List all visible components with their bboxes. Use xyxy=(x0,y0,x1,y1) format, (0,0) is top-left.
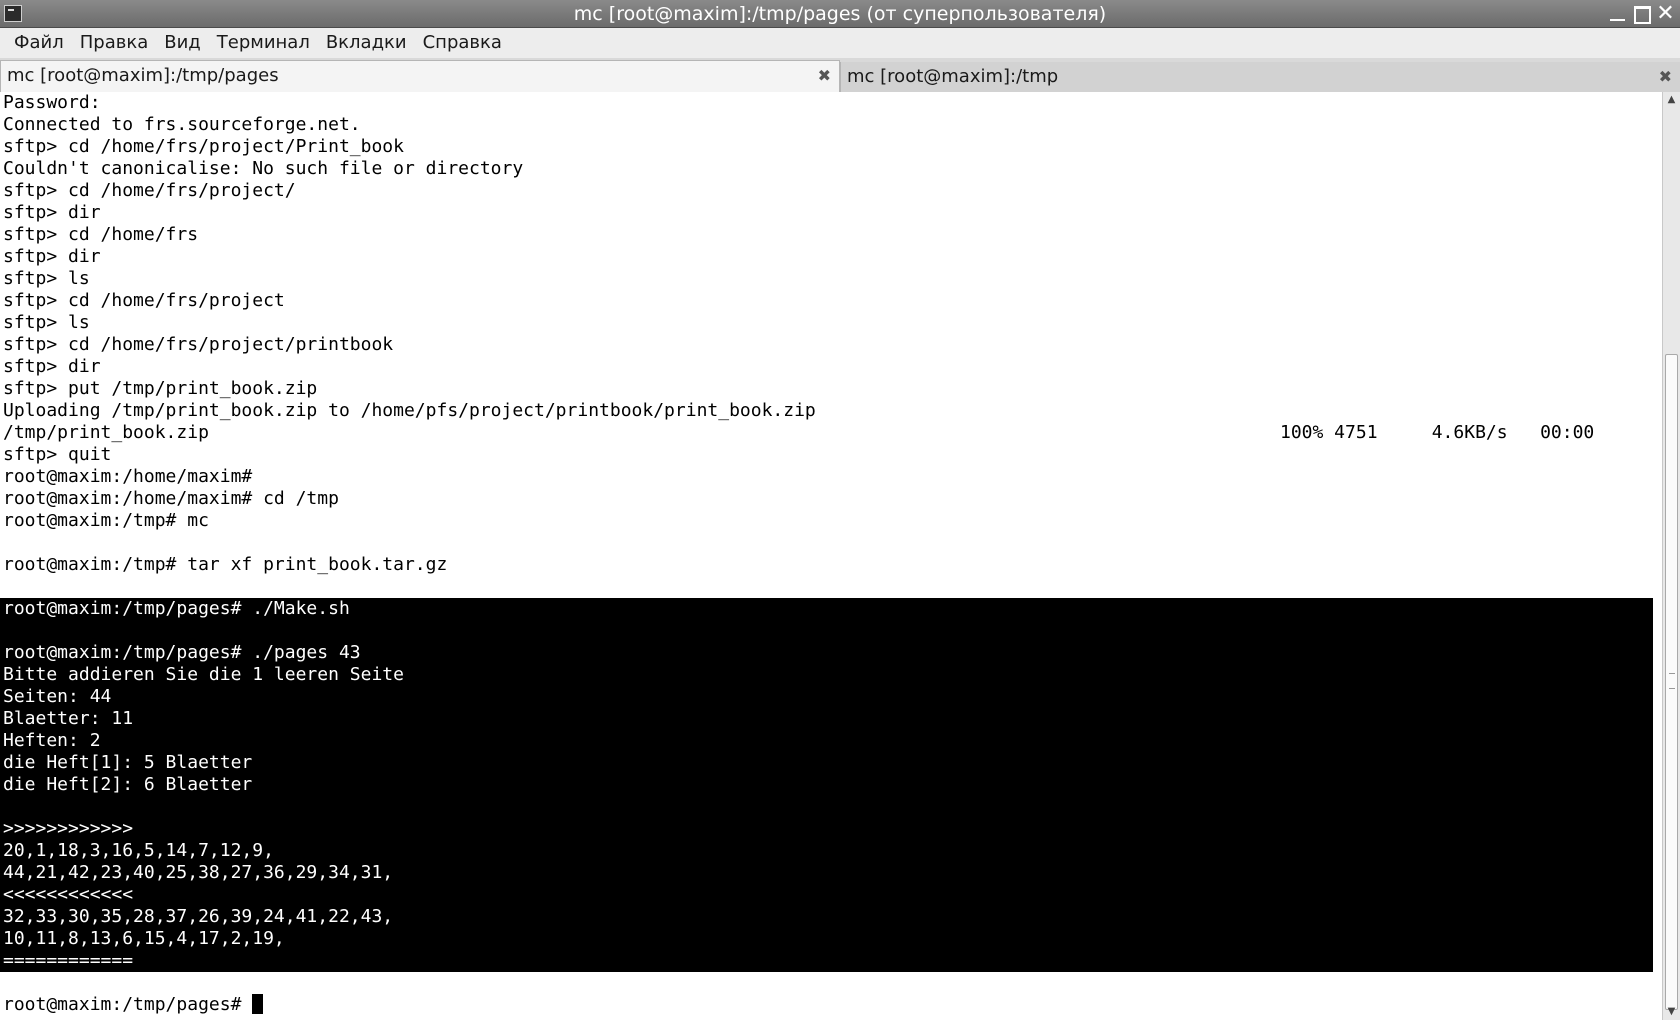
terminal-line-inverse: 10,11,8,13,6,15,4,17,2,19, xyxy=(0,928,1653,950)
terminal-line: sftp> put /tmp/print_book.zip xyxy=(3,378,318,399)
terminal-line-inverse: 20,1,18,3,16,5,14,7,12,9, xyxy=(0,840,1653,862)
terminal-line: Connected to frs.sourceforge.net. xyxy=(3,114,361,135)
grip-icon xyxy=(1669,673,1675,689)
scroll-down-icon[interactable]: ▼ xyxy=(1663,1004,1680,1020)
terminal-line-inverse: die Heft[2]: 6 Blaetter xyxy=(0,774,1653,796)
menu-edit[interactable]: Правка xyxy=(72,28,157,58)
tab-close-icon[interactable]: ✖ xyxy=(818,61,831,91)
terminal-line-inverse: 44,21,42,23,40,25,38,27,36,29,34,31, xyxy=(0,862,1653,884)
menu-view[interactable]: Вид xyxy=(156,28,209,58)
text-cursor xyxy=(252,994,264,1014)
menu-file[interactable]: Файл xyxy=(6,28,72,58)
terminal-line: root@maxim:/tmp# tar xf print_book.tar.g… xyxy=(3,554,448,575)
maximize-icon[interactable] xyxy=(1631,3,1652,24)
menu-bar: Файл Правка Вид Терминал Вкладки Справка xyxy=(0,28,1680,58)
scroll-up-icon[interactable]: ▲ xyxy=(1663,92,1680,108)
terminal-line: sftp> quit xyxy=(3,444,112,465)
close-icon[interactable]: ✕ xyxy=(1655,3,1676,25)
menu-tabs[interactable]: Вкладки xyxy=(318,28,415,58)
terminal-line: sftp> dir xyxy=(3,246,101,267)
window-title: mc [root@maxim]:/tmp/pages (от суперполь… xyxy=(573,3,1107,25)
tab-bar: mc [root@maxim]:/tmp/pages ✖ mc [root@ma… xyxy=(0,58,1680,94)
scrollbar-thumb[interactable] xyxy=(1665,354,1678,1010)
menu-help[interactable]: Справка xyxy=(415,28,510,58)
terminal-line: /tmp/print_book.zip 100% 4751 4.6KB/s 00:… xyxy=(0,422,1662,444)
terminal-output[interactable]: Password: Connected to frs.sourceforge.n… xyxy=(0,92,1662,1020)
menu-terminal[interactable]: Терминал xyxy=(209,28,318,58)
shell-prompt: root@maxim:/tmp/pages# xyxy=(3,994,253,1015)
terminal-line-inverse: >>>>>>>>>>>> xyxy=(0,818,1653,840)
terminal-line: sftp> ls xyxy=(3,312,90,333)
terminal-scrollbar[interactable]: ▲ ▼ xyxy=(1662,92,1680,1020)
tab-label: mc [root@maxim]:/tmp/pages xyxy=(7,65,279,86)
terminal-line: sftp> cd /home/frs/project/printbook xyxy=(3,334,394,355)
terminal-line: sftp> cd /home/frs/project/Print_book xyxy=(3,136,404,157)
tab-tmp[interactable]: mc [root@maxim]:/tmp ✖ xyxy=(840,62,1680,94)
terminal-line: sftp> cd /home/frs/project xyxy=(3,290,285,311)
terminal-line-inverse: die Heft[1]: 5 Blaetter xyxy=(0,752,1653,774)
terminal-line: sftp> dir xyxy=(3,202,101,223)
terminal-line: root@maxim:/tmp# mc xyxy=(3,510,209,531)
upload-progress: 100% 4751 4.6KB/s 00:00 xyxy=(1280,422,1595,443)
terminal-line-inverse: Blaetter: 11 xyxy=(0,708,1653,730)
terminal-line-inverse xyxy=(0,796,1653,818)
terminal-line-inverse: Seiten: 44 xyxy=(0,686,1653,708)
terminal-prompt-line: root@maxim:/tmp/pages# xyxy=(0,994,1662,1016)
terminal-line: sftp> ls xyxy=(3,268,90,289)
terminal-line: Password: xyxy=(3,92,101,113)
terminal-line-inverse: root@maxim:/tmp/pages# ./Make.sh xyxy=(0,598,1653,620)
tab-label: mc [root@maxim]:/tmp xyxy=(847,66,1059,87)
terminal-line: Uploading /tmp/print_book.zip to /home/p… xyxy=(3,400,816,421)
terminal-line-inverse xyxy=(0,620,1653,642)
terminal-line-inverse: Heften: 2 xyxy=(0,730,1653,752)
terminal-line: Couldn't canonicalise: No such file or d… xyxy=(3,158,524,179)
tab-close-icon[interactable]: ✖ xyxy=(1659,62,1672,92)
title-bar: mc [root@maxim]:/tmp/pages (от суперполь… xyxy=(0,0,1680,28)
tab-pages[interactable]: mc [root@maxim]:/tmp/pages ✖ xyxy=(0,60,840,92)
terminal-line-inverse: root@maxim:/tmp/pages# ./pages 43 xyxy=(0,642,1653,664)
upload-file: /tmp/print_book.zip xyxy=(3,422,209,443)
terminal-line-inverse: Bitte addieren Sie die 1 leeren Seite xyxy=(0,664,1653,686)
terminal-line: sftp> cd /home/frs/project/ xyxy=(3,180,296,201)
terminal-line: sftp> dir xyxy=(3,356,101,377)
terminal-line-inverse: <<<<<<<<<<<< xyxy=(0,884,1653,906)
minimize-icon[interactable] xyxy=(1607,3,1628,24)
terminal-line-inverse: 32,33,30,35,28,37,26,39,24,41,22,43, xyxy=(0,906,1653,928)
terminal-line: root@maxim:/home/maxim# cd /tmp xyxy=(3,488,339,509)
terminal-line: sftp> cd /home/frs xyxy=(3,224,199,245)
terminal-line: root@maxim:/home/maxim# xyxy=(3,466,253,487)
terminal-line-inverse: ============ xyxy=(0,950,1653,972)
